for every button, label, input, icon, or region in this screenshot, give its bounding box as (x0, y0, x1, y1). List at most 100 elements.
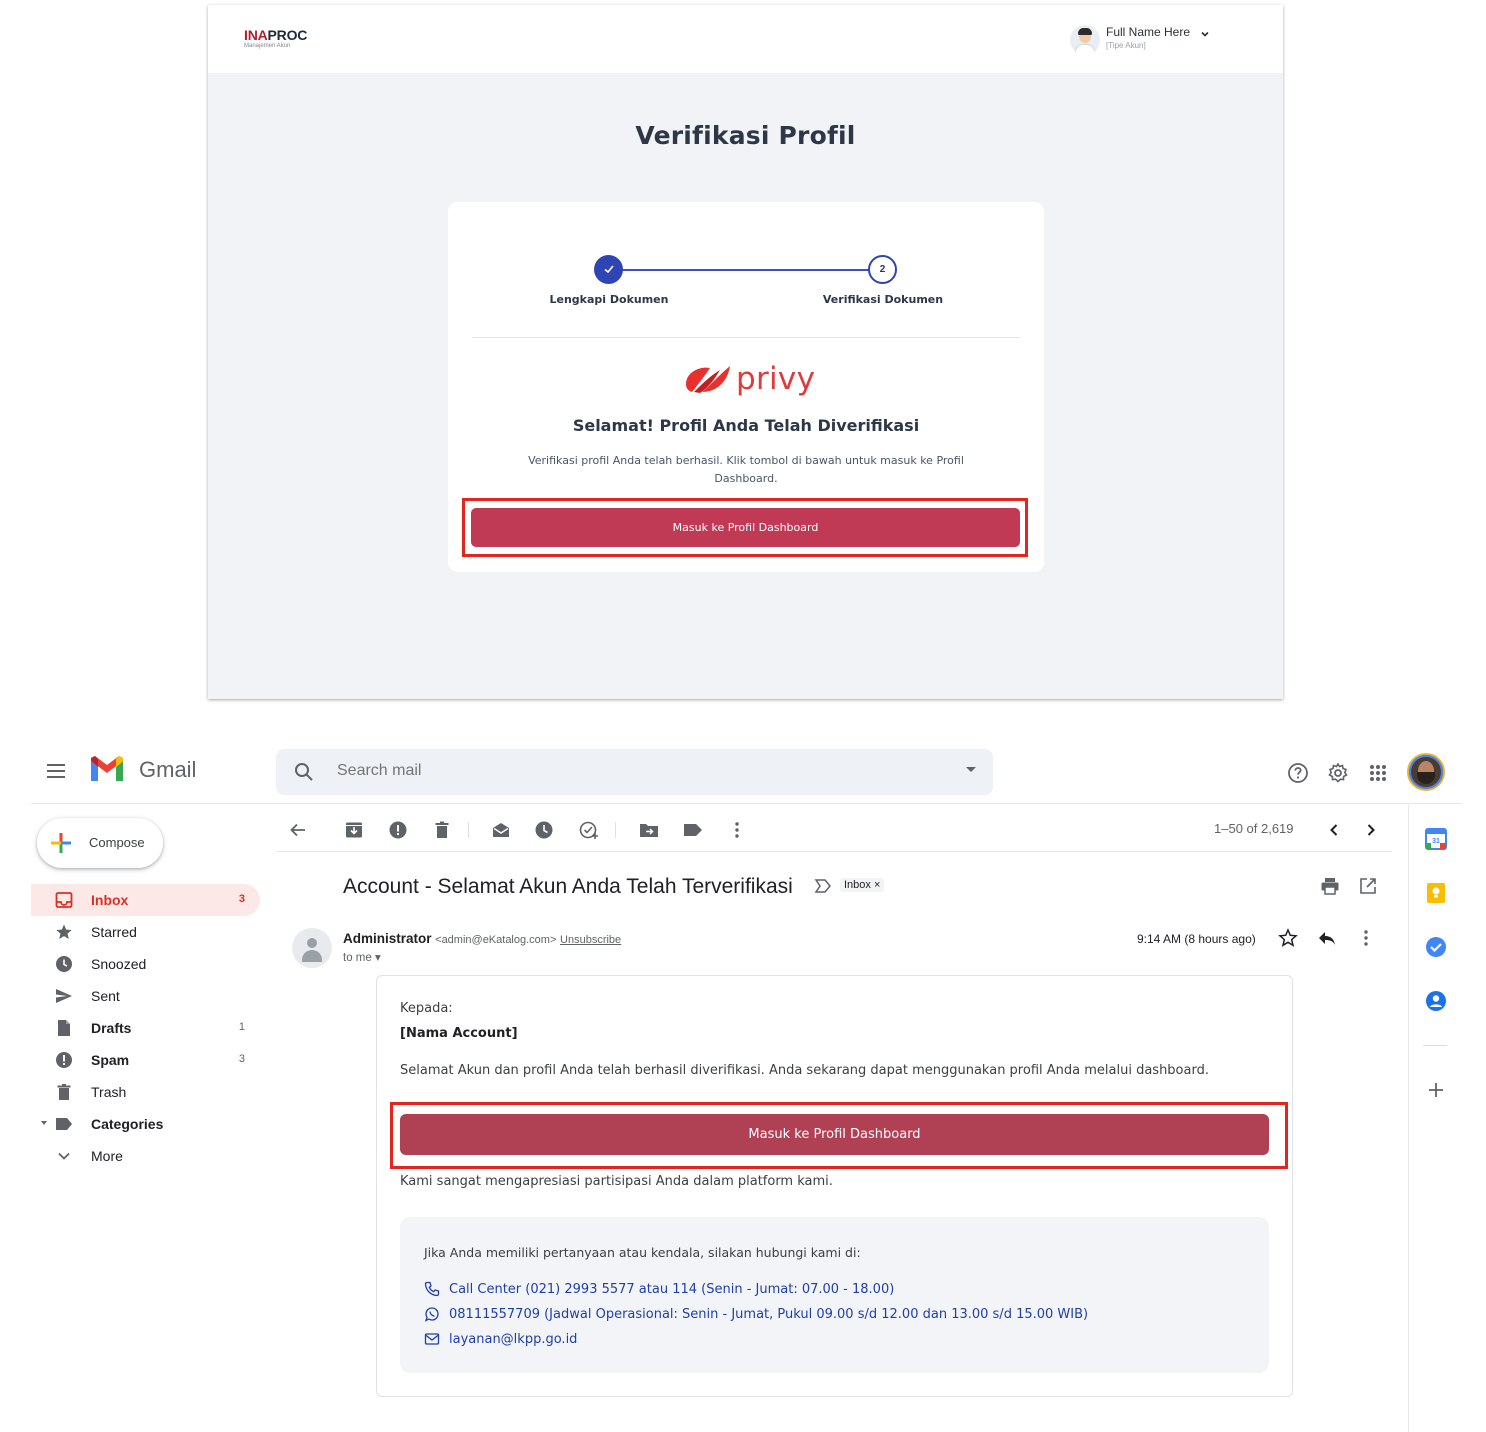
nav-item-sent[interactable]: Sent (31, 980, 260, 1012)
delete-icon[interactable] (432, 820, 452, 840)
step-2-label: Verifikasi Dokumen (822, 293, 944, 306)
recipient-dropdown[interactable]: to me ▾ (343, 950, 381, 964)
privy-logo: privy (680, 362, 815, 396)
nav-item-more[interactable]: More (31, 1140, 260, 1172)
avatar (1070, 25, 1100, 55)
dashboard-button[interactable]: Masuk ke Profil Dashboard (400, 1114, 1269, 1155)
inaproc-logo[interactable]: INAPROC Manajemen Akun (244, 28, 307, 50)
unsubscribe-link[interactable]: Unsubscribe (560, 934, 621, 946)
user-name: Full Name Here (1106, 25, 1191, 39)
side-panel-separator (1423, 1045, 1447, 1046)
more-vert-icon[interactable] (1356, 928, 1376, 948)
reply-icon[interactable] (1317, 928, 1337, 948)
label-icon[interactable] (683, 820, 703, 840)
contact-row-whatsapp[interactable]: 08111557709 (Jadwal Operasional: Senin -… (424, 1306, 1088, 1322)
account-avatar[interactable] (1407, 753, 1445, 791)
star-outline-icon[interactable] (1278, 928, 1298, 948)
back-arrow-icon[interactable] (288, 820, 308, 840)
nav-item-drafts[interactable]: Drafts 1 (31, 1012, 260, 1044)
stepper-line (608, 269, 883, 271)
nav-count: 3 (238, 1053, 245, 1065)
logo-subtitle: Manajemen Akun (244, 43, 291, 49)
move-to-icon[interactable] (639, 820, 659, 840)
contact-title: Jika Anda memiliki pertanyaan atau kenda… (424, 1245, 861, 1260)
print-icon[interactable] (1320, 876, 1340, 896)
add-task-icon[interactable] (579, 820, 599, 840)
inaproc-header: INAPROC Manajemen Akun Full Name Here [T… (208, 5, 1283, 73)
calendar-icon[interactable]: 31 (1425, 828, 1447, 850)
email-greeting: Kepada: (400, 1001, 453, 1016)
contacts-icon[interactable] (1425, 990, 1447, 1012)
nav-label: Categories (91, 1116, 164, 1132)
dashboard-button[interactable]: Masuk ke Profil Dashboard (471, 508, 1020, 547)
search-input[interactable] (337, 762, 937, 780)
contact-row-phone[interactable]: Call Center (021) 2993 5577 atau 114 (Se… (424, 1281, 894, 1297)
tasks-icon[interactable] (1425, 936, 1447, 958)
keep-notes-icon[interactable] (1425, 882, 1447, 904)
sender-avatar (292, 928, 332, 968)
nav-item-trash[interactable]: Trash (31, 1076, 260, 1108)
logo-part-proc: PROC (267, 27, 308, 43)
privy-mark-icon (686, 366, 730, 393)
expand-arrow-icon[interactable] (41, 1121, 47, 1125)
help-icon[interactable] (1287, 762, 1309, 784)
gmail-nav: Inbox 3 Starred Snoozed Sent Drafts 1 Sp… (31, 884, 261, 1172)
sender-name[interactable]: Administrator (343, 931, 432, 946)
chevron-right-icon[interactable] (1361, 820, 1381, 840)
page-title: Verifikasi Profil (635, 121, 856, 150)
search-options-icon[interactable] (966, 767, 976, 772)
menu-icon[interactable] (47, 764, 65, 778)
gmail-logo[interactable]: Gmail (89, 756, 196, 783)
importance-marker-icon[interactable] (814, 878, 832, 894)
nav-item-spam[interactable]: Spam 3 (31, 1044, 260, 1076)
contact-row-email[interactable]: layanan@lkpp.go.id (424, 1331, 577, 1347)
clock-icon (56, 956, 72, 972)
mark-unread-icon[interactable] (491, 820, 511, 840)
send-icon (56, 989, 72, 1003)
nav-item-categories[interactable]: Categories (31, 1108, 260, 1140)
user-role: [Tipe Akun] (1106, 41, 1146, 50)
nav-label: More (91, 1148, 123, 1164)
sender-info: Administrator <admin@eKatalog.com> Unsub… (343, 931, 621, 946)
user-menu[interactable]: Full Name Here [Tipe Akun] (1070, 25, 1210, 55)
inbox-icon (55, 892, 73, 908)
inaproc-logo-text: INAPROC (244, 28, 307, 42)
star-icon (56, 924, 72, 939)
nav-item-inbox[interactable]: Inbox 3 (31, 884, 260, 916)
apps-grid-icon[interactable] (1367, 762, 1389, 784)
step-2-circle: 2 (868, 255, 897, 284)
nav-label: Inbox (91, 892, 129, 908)
pagination-text: 1–50 of 2,619 (1214, 821, 1294, 836)
svg-text:31: 31 (1432, 838, 1440, 845)
sender-email: <admin@eKatalog.com> (435, 934, 557, 946)
compose-button[interactable]: Compose (37, 818, 163, 868)
logo-part-ina: INA (244, 27, 268, 43)
check-icon (603, 265, 614, 274)
chevron-down-icon[interactable] (1200, 29, 1210, 39)
nav-label: Starred (91, 924, 137, 940)
contact-box: Jika Anda memiliki pertanyaan atau kenda… (400, 1217, 1269, 1373)
open-new-window-icon[interactable] (1358, 876, 1378, 896)
contact-text: 08111557709 (Jadwal Operasional: Senin -… (449, 1306, 1089, 1322)
search-icon[interactable] (294, 762, 314, 782)
phone-icon (424, 1281, 440, 1297)
gear-icon[interactable] (1327, 762, 1349, 784)
add-addon-icon[interactable] (1425, 1079, 1447, 1101)
nav-item-snoozed[interactable]: Snoozed (31, 948, 260, 980)
email-recipient-name: [Nama Account] (400, 1026, 518, 1041)
inaproc-verification-panel: INAPROC Manajemen Akun Full Name Here [T… (208, 5, 1283, 699)
label-icon (56, 1118, 72, 1130)
nav-label: Drafts (91, 1020, 132, 1036)
more-vert-icon[interactable] (727, 820, 747, 840)
nav-item-starred[interactable]: Starred (31, 916, 260, 948)
compose-label: Compose (89, 835, 145, 850)
snooze-clock-icon[interactable] (534, 820, 554, 840)
search-bar[interactable] (276, 749, 993, 795)
email-message: Selamat Akun dan profil Anda telah berha… (400, 1063, 1209, 1078)
nav-label: Spam (91, 1052, 130, 1068)
report-spam-icon[interactable] (388, 820, 408, 840)
inbox-label-chip[interactable]: Inbox × (840, 878, 885, 892)
chevron-left-icon[interactable] (1324, 820, 1344, 840)
archive-icon[interactable] (344, 820, 364, 840)
nav-label: Sent (91, 988, 120, 1004)
